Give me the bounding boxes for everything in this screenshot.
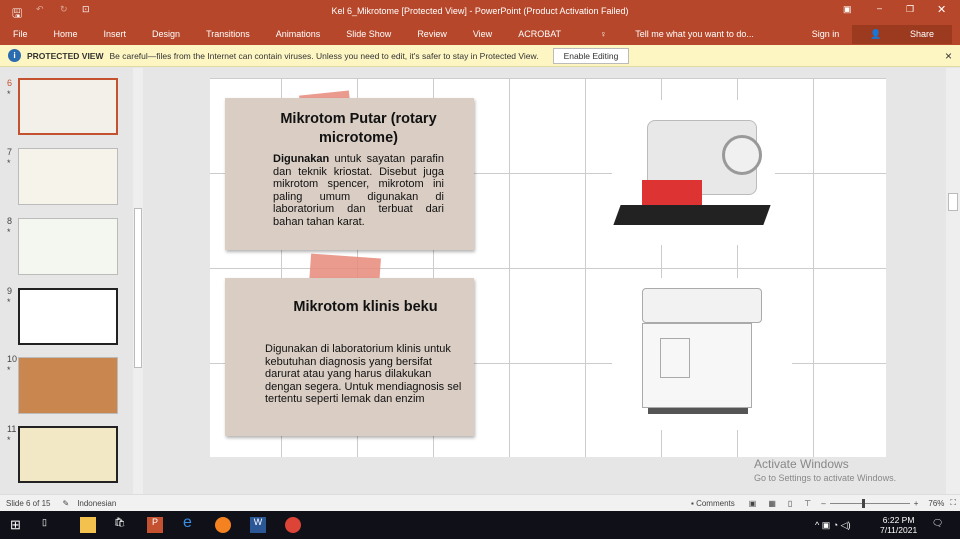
window-title: Kel 6_Mikrotome [Protected View] - Power… [331,6,629,16]
tab-design[interactable]: Design [152,29,180,39]
card-rotary-microtome: Mikrotom Putar (rotary microtome) Diguna… [225,98,474,250]
close-bar-icon[interactable]: × [945,49,952,63]
zoom-level[interactable]: 76% [928,499,944,508]
time: 6:22 PM [882,515,915,525]
slide-counter: Slide 6 of 15 [6,498,51,508]
thumb-number: 6 [7,78,13,88]
thumb-number: 8 [7,216,13,226]
card-text-bold: Digunakan [273,153,330,165]
thumb-number: 10 [7,354,18,364]
title-bar: 🖫 ↶ ↻ ⊡ Kel 6_Mikrotome [Protected View]… [0,0,960,23]
share-label: Share [909,28,934,39]
normal-view-icon[interactable]: ▣ [749,499,757,508]
language[interactable]: Indonesian [77,499,116,508]
thumb-star: * [7,227,11,237]
notes-icon[interactable]: ✎ [62,499,69,508]
zoom-slider[interactable] [829,498,910,508]
thumb-star: * [7,365,11,375]
activate-windows-watermark: Activate Windows Go to Settings to activ… [754,457,896,483]
close-button[interactable]: ✕ [937,3,946,16]
tab-insert[interactable]: Insert [104,29,127,39]
tab-transitions[interactable]: Transitions [206,29,250,39]
thumbnail-slide-11[interactable] [18,426,118,483]
reading-view-icon[interactable]: ▯ [788,499,792,508]
task-view-icon[interactable]: ▯ [42,517,58,533]
share-button[interactable]: 👤 Share [852,24,952,44]
file-explorer-icon[interactable] [80,517,96,533]
date: 7/11/2021 [880,525,918,535]
thumbnail-scrollbar[interactable] [133,68,143,494]
thumb-star: * [7,297,11,307]
thumb-star: * [7,158,11,168]
tab-acrobat[interactable]: ACROBAT [518,29,561,39]
comments-label: Comments [696,498,735,508]
minimize-button[interactable]: – [877,3,882,13]
watermark-subtitle: Go to Settings to activate Windows. [754,473,897,483]
sign-in-link[interactable]: Sign in [812,29,840,39]
notification-icon[interactable]: 🗨 [932,518,943,529]
thumb-number: 7 [7,147,13,157]
thumbnail-slide-9[interactable] [18,288,118,345]
card-frozen-microtome: Mikrotom klinis beku Digunakan di labora… [225,278,474,436]
slideshow-icon[interactable]: ⊤ [804,499,811,508]
comments-button[interactable]: ▪ Comments [691,499,735,508]
thumbnail-slide-10[interactable] [18,357,118,414]
slide-thumbnail-pane: 6 * 7 * 8 * 9 * 10 * 11 * [0,68,145,494]
status-bar: Slide 6 of 15 ✎ Indonesian ▪ Comments ▣ … [0,494,960,511]
tell-me-text: Tell me what you want to do... [635,29,754,39]
rotary-microtome-image [612,100,775,245]
tab-slide-show[interactable]: Slide Show [346,29,391,39]
shield-icon: i [8,49,21,62]
watermark-title: Activate Windows [754,457,849,471]
slide-sorter-icon[interactable]: ▦ [768,499,776,508]
edge-icon[interactable]: e [183,514,199,531]
clock[interactable]: 6:22 PM 7/11/2021 [880,515,917,535]
restore-button[interactable]: ❐ [906,4,914,15]
enable-editing-button[interactable]: Enable Editing [552,47,630,64]
person-icon: 👤 [870,28,882,39]
tab-animations[interactable]: Animations [276,29,321,39]
cryostat-image [612,278,792,430]
ribbon-display-icon[interactable]: ▣ [843,4,852,15]
firefox-icon[interactable] [215,517,231,533]
scroll-thumb[interactable] [948,193,958,211]
thumbnail-slide-8[interactable] [18,218,118,275]
thumb-star: * [7,435,11,445]
slide-canvas[interactable]: Mikrotom Putar (rotary microtome) Diguna… [210,78,886,457]
protected-message: Be careful—files from the Internet can c… [109,50,539,61]
store-icon[interactable]: 🛍 [114,517,130,533]
zoom-in-button[interactable]: + [914,499,919,508]
thumbnail-slide-6[interactable] [18,78,118,135]
zoom-out-button[interactable]: – [821,499,825,508]
thumb-star: * [7,89,11,99]
tab-view[interactable]: View [473,29,492,39]
protected-label: PROTECTED VIEW [27,50,104,61]
taskbar: ⊞ ▯ 🛍 P e W ^ ▣ ◔ ◁) 6:22 PM 7/11/2021 🗨 [0,511,960,539]
fit-slide-icon[interactable]: ⛶ [950,498,956,508]
system-tray-icons[interactable]: ^ ▣ ◔ ◁) [815,520,851,531]
tab-review[interactable]: Review [417,29,447,39]
card-text: Digunakan di laboratorium klinis untuk k… [265,343,462,405]
card-title: Mikrotom klinis beku [293,299,438,315]
protected-view-bar: i PROTECTED VIEW Be careful—files from t… [0,45,960,67]
windows-start-icon[interactable]: ⊞ [10,517,26,533]
tab-home[interactable]: Home [54,29,78,39]
thumbnail-slide-7[interactable] [18,148,118,205]
lightbulb-icon: ♀ [600,29,610,39]
tab-file[interactable]: File [13,29,28,39]
ribbon-tabs: File Home Insert Design Transitions Anim… [0,23,960,45]
slide-scrollbar[interactable] [946,68,960,494]
thumb-number: 11 [7,424,17,434]
word-icon[interactable]: W [250,517,266,533]
thumb-number: 9 [7,286,13,296]
chrome-icon[interactable] [285,517,301,533]
powerpoint-icon[interactable]: P [147,517,163,533]
card-title: Mikrotom Putar (rotary microtome) [280,111,437,146]
scroll-thumb[interactable] [134,208,142,368]
tell-me-input[interactable]: ♀ Tell me what you want to do... [587,29,767,39]
